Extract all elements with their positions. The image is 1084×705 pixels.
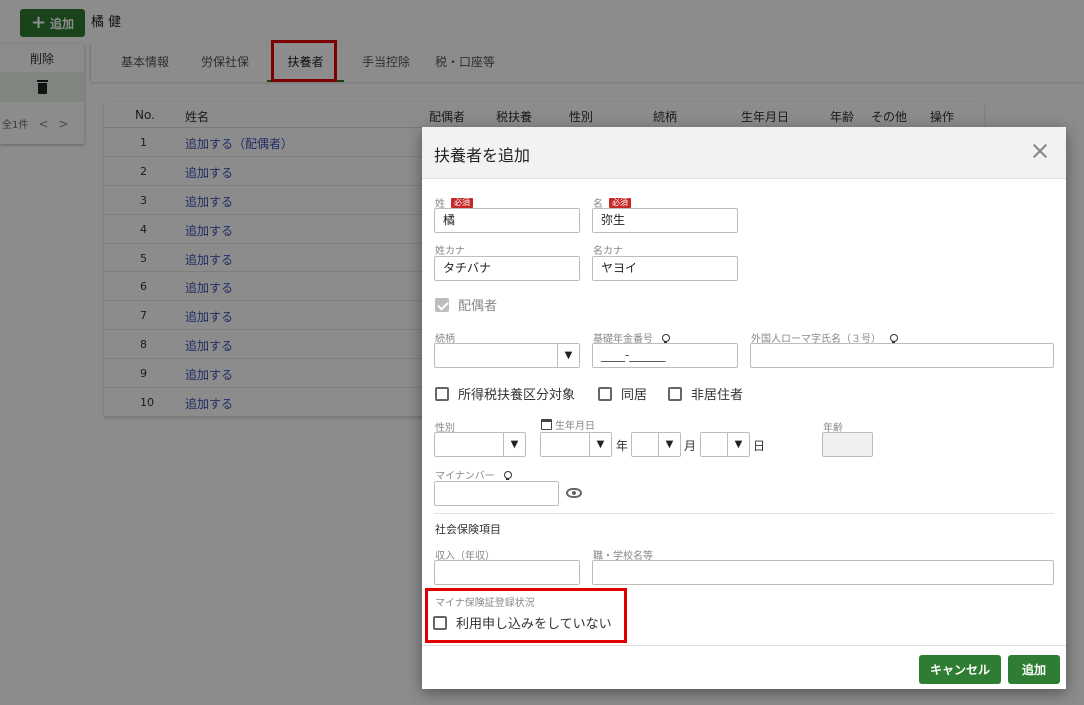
required-badge: 必須 bbox=[451, 197, 473, 208]
add-submit-button[interactable]: 追加 bbox=[1008, 655, 1060, 684]
spouse-checkbox-label: 配偶者 bbox=[458, 299, 498, 314]
checkbox-icon bbox=[668, 386, 682, 401]
caret-down-icon: ▼ bbox=[727, 433, 749, 456]
caret-down-icon: ▼ bbox=[503, 433, 525, 456]
caret-down-icon: ▼ bbox=[557, 344, 579, 367]
lightbulb-icon[interactable] bbox=[659, 332, 671, 344]
cohabit-checkbox[interactable]: 同居 bbox=[598, 384, 647, 403]
cohabit-label: 同居 bbox=[621, 388, 648, 403]
relation-select[interactable]: ▼ bbox=[434, 343, 580, 368]
footer-divider bbox=[422, 645, 1066, 646]
gender-select[interactable]: ▼ bbox=[434, 432, 526, 457]
mynumber-input[interactable] bbox=[434, 481, 559, 506]
section-divider bbox=[434, 513, 1054, 514]
pension-number-input[interactable]: ____-______ bbox=[592, 343, 738, 368]
year-unit: 年 bbox=[616, 439, 629, 453]
birth-month-select[interactable]: ▼ bbox=[631, 432, 681, 457]
month-unit: 月 bbox=[684, 439, 697, 453]
dialog-title: 扶養者を追加 bbox=[434, 146, 531, 165]
birthdate-label: 生年月日 bbox=[541, 417, 595, 432]
lightbulb-icon[interactable] bbox=[501, 469, 513, 481]
cancel-button[interactable]: キャンセル bbox=[919, 655, 1001, 684]
calendar-icon[interactable] bbox=[541, 419, 552, 430]
close-icon[interactable] bbox=[1032, 143, 1048, 159]
first-kana-input[interactable]: ヤヨイ bbox=[592, 256, 738, 281]
lightbulb-icon[interactable] bbox=[887, 332, 899, 344]
day-unit: 日 bbox=[753, 439, 766, 453]
caret-down-icon: ▼ bbox=[658, 433, 680, 456]
age-field bbox=[822, 432, 873, 457]
income-input[interactable] bbox=[434, 560, 580, 585]
first-name-input[interactable]: 弥生 bbox=[592, 208, 738, 233]
mynumber-label-text: マイナンバー bbox=[435, 471, 495, 482]
birth-year-select[interactable]: ▼ bbox=[540, 432, 612, 457]
caret-down-icon: ▼ bbox=[589, 433, 611, 456]
required-badge: 必須 bbox=[609, 197, 631, 208]
job-input[interactable] bbox=[592, 560, 1054, 585]
social-insurance-section-title: 社会保険項目 bbox=[435, 523, 501, 536]
roman-name-input[interactable] bbox=[750, 343, 1054, 368]
nonresident-label: 非居住者 bbox=[691, 388, 744, 403]
last-name-input[interactable]: 橘 bbox=[434, 208, 580, 233]
dialog-header: 扶養者を追加 bbox=[422, 127, 1066, 179]
tax-dependent-checkbox[interactable]: 所得税扶養区分対象 bbox=[435, 384, 575, 403]
checkbox-icon bbox=[435, 386, 449, 401]
last-kana-label: 姓カナ bbox=[435, 246, 465, 257]
checkbox-icon bbox=[598, 386, 612, 401]
spouse-checkbox[interactable]: 配偶者 bbox=[435, 295, 497, 314]
checkbox-checked-icon bbox=[435, 297, 449, 312]
myna-status-highlight-box bbox=[425, 588, 627, 643]
birthdate-label-text: 生年月日 bbox=[555, 421, 595, 432]
last-kana-input[interactable]: タチバナ bbox=[434, 256, 580, 281]
nonresident-checkbox[interactable]: 非居住者 bbox=[668, 384, 743, 403]
birth-day-select[interactable]: ▼ bbox=[700, 432, 750, 457]
eye-icon[interactable] bbox=[566, 488, 582, 498]
first-kana-label: 名カナ bbox=[593, 246, 623, 257]
tax-dependent-label: 所得税扶養区分対象 bbox=[458, 388, 576, 403]
mynumber-label: マイナンバー bbox=[435, 467, 513, 482]
